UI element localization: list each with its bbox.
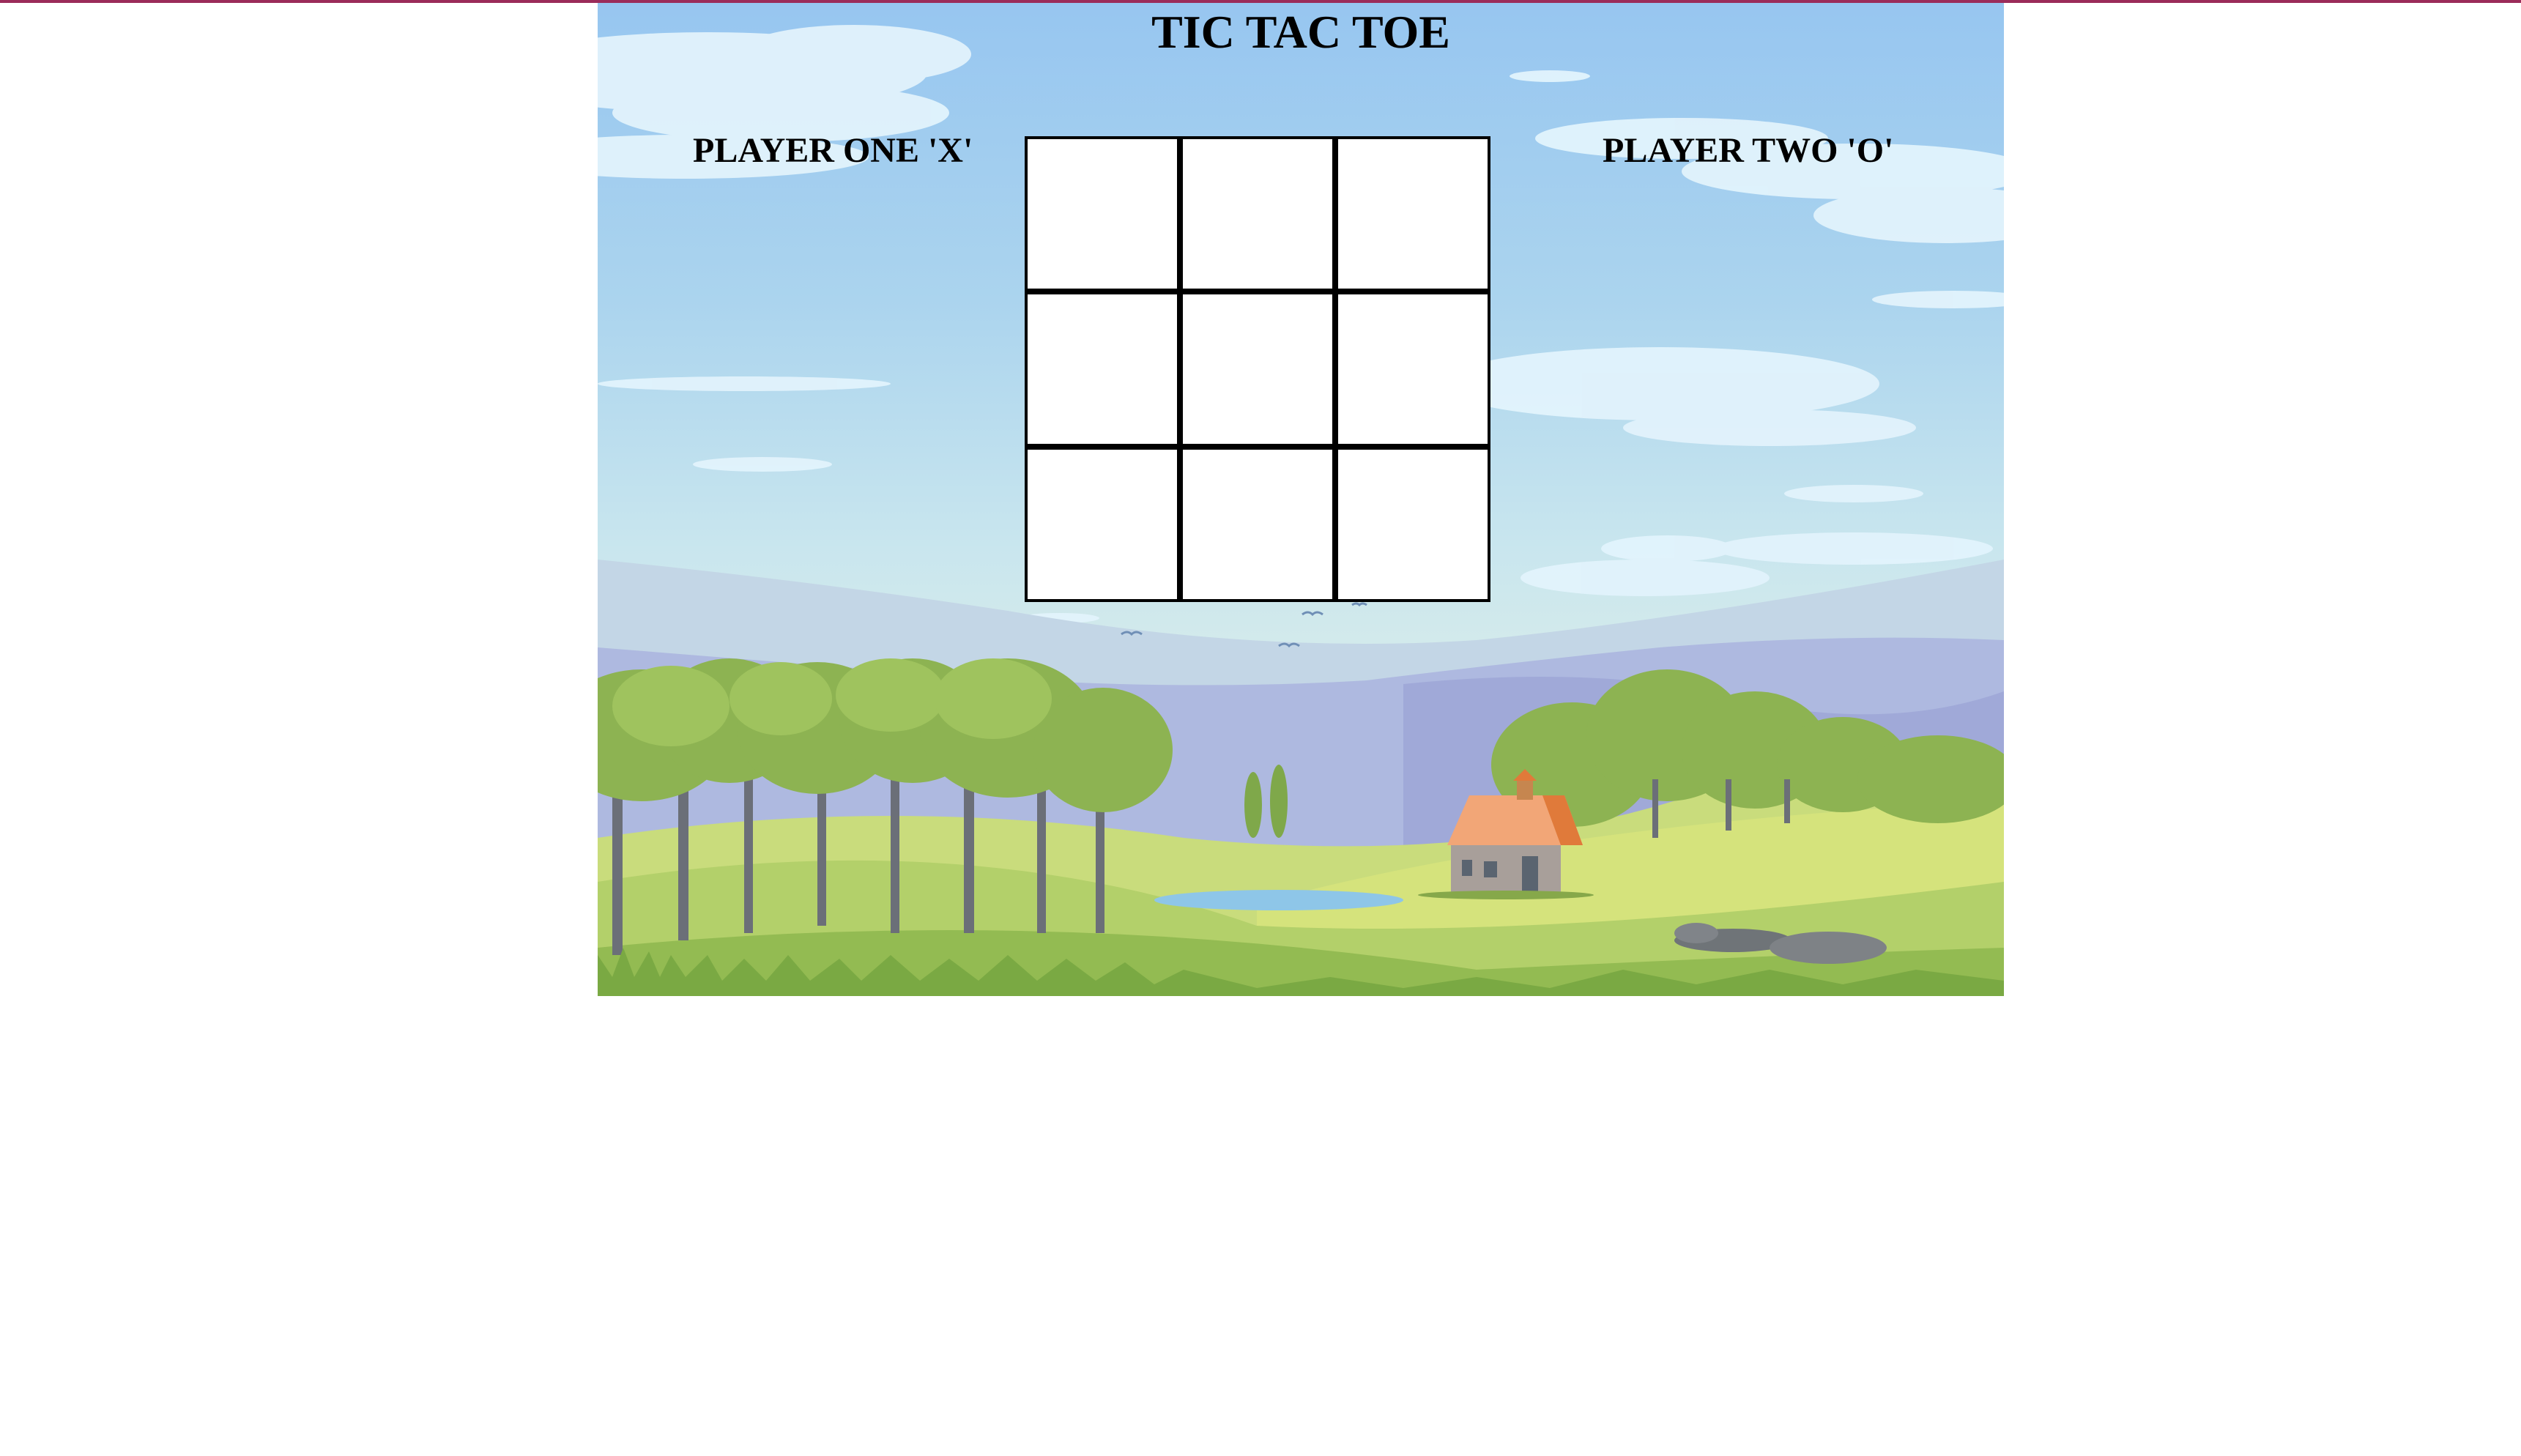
player-one-label: PLAYER ONE 'X' bbox=[693, 131, 973, 170]
board-cell-7[interactable] bbox=[1028, 450, 1177, 599]
board-cell-3[interactable] bbox=[1338, 139, 1488, 289]
board-cell-5[interactable] bbox=[1183, 294, 1332, 444]
board-cell-9[interactable] bbox=[1338, 450, 1488, 599]
board-cell-6[interactable] bbox=[1338, 294, 1488, 444]
board-cell-2[interactable] bbox=[1183, 139, 1332, 289]
board-cell-8[interactable] bbox=[1183, 450, 1332, 599]
board-cell-1[interactable] bbox=[1028, 139, 1177, 289]
player-two-label: PLAYER TWO 'O' bbox=[1603, 131, 1894, 170]
game-board bbox=[1025, 136, 1490, 602]
game-container: TIC TAC TOE PLAYER ONE 'X' PLAYER TWO 'O… bbox=[598, 3, 2004, 996]
game-title: TIC TAC TOE bbox=[1151, 6, 1450, 58]
board-cell-4[interactable] bbox=[1028, 294, 1177, 444]
